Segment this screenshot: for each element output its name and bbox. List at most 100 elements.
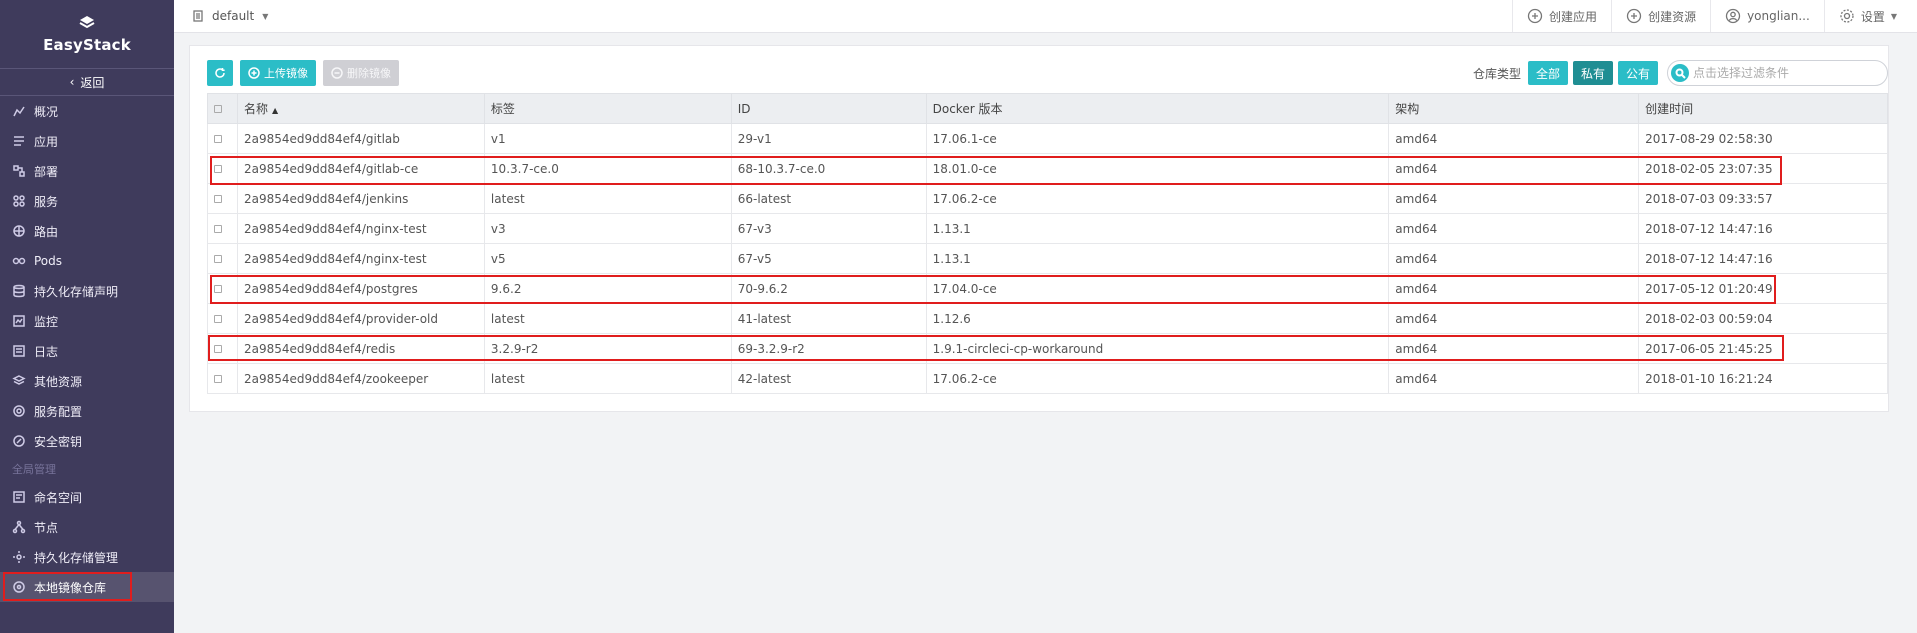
create-resource-button[interactable]: 创建资源	[1611, 0, 1710, 32]
sidebar-item-service-config[interactable]: 服务配置	[0, 396, 174, 426]
table-row[interactable]: 2a9854ed9dd84ef4/jenkins latest 66-lates…	[207, 183, 1888, 214]
brand-name: EasyStack	[43, 36, 131, 54]
row-checkbox[interactable]	[214, 254, 222, 263]
logo[interactable]: EasyStack	[0, 0, 174, 68]
topbar: default ▼ 创建应用 创建资源 yonglian... 设置 ▼	[174, 0, 1917, 33]
namespace-value: default	[212, 9, 255, 23]
cell-name: 2a9854ed9dd84ef4/zookeeper	[236, 363, 485, 394]
log-icon	[13, 345, 25, 357]
cell-docker-version: 17.06.1-ce	[925, 123, 1390, 154]
easystack-logo-icon	[79, 16, 95, 29]
upload-image-button[interactable]: 上传镜像	[240, 60, 316, 86]
cell-created: 2018-07-03 09:33:57	[1638, 183, 1888, 214]
filter-all-button[interactable]: 全部	[1527, 61, 1568, 85]
table-row[interactable]: 2a9854ed9dd84ef4/nginx-test v3 67-v3 1.1…	[207, 213, 1888, 244]
column-header-id: ID	[730, 93, 927, 124]
row-checkbox[interactable]	[214, 224, 222, 233]
namespace-selector[interactable]: default ▼	[174, 9, 268, 23]
table-row[interactable]: 2a9854ed9dd84ef4/zookeeper latest 42-lat…	[207, 363, 1888, 394]
deploy-icon	[13, 165, 25, 177]
cell-docker-version: 17.06.2-ce	[925, 363, 1390, 394]
node-icon	[12, 520, 26, 534]
filter-private-button[interactable]: 私有	[1572, 61, 1613, 85]
cell-created: 2017-08-29 02:58:30	[1638, 123, 1888, 154]
table-row[interactable]: 2a9854ed9dd84ef4/gitlab v1 29-v1 17.06.1…	[207, 123, 1888, 154]
sort-ascending-icon: ▲	[272, 106, 279, 115]
sidebar-item-logs[interactable]: 日志	[0, 336, 174, 366]
cell-tag: v3	[483, 213, 732, 244]
cell-arch: amd64	[1388, 303, 1640, 334]
app-icon	[14, 136, 24, 146]
search-input[interactable]	[1693, 66, 1873, 80]
column-header-name[interactable]: 名称 ▲	[236, 93, 485, 124]
sidebar-item-services[interactable]: 服务	[0, 186, 174, 216]
sidebar-item-monitoring[interactable]: 监控	[0, 306, 174, 336]
sidebar-item-secrets[interactable]: 安全密钥	[0, 426, 174, 456]
user-menu[interactable]: yonglian...	[1710, 0, 1824, 32]
column-header-arch: 架构	[1388, 93, 1640, 124]
service-icon	[13, 195, 25, 207]
cell-id: 42-latest	[730, 363, 927, 394]
back-button[interactable]: ‹ 返回	[0, 68, 174, 96]
cell-id: 29-v1	[730, 123, 927, 154]
back-label: 返回	[80, 75, 105, 90]
sidebar-item-nodes[interactable]: 节点	[0, 512, 174, 542]
repo-type-filter: 仓库类型 全部 私有 公有	[1473, 60, 1888, 86]
row-checkbox[interactable]	[214, 194, 222, 203]
cell-name: 2a9854ed9dd84ef4/gitlab	[236, 123, 485, 154]
row-checkbox[interactable]	[214, 374, 222, 383]
cell-arch: amd64	[1388, 243, 1640, 274]
column-header-tag: 标签	[483, 93, 732, 124]
pods-icon	[12, 257, 26, 265]
refresh-icon	[215, 68, 225, 78]
section-label-global: 全局管理	[12, 463, 56, 476]
resources-icon	[12, 375, 26, 385]
sidebar-item-routes[interactable]: 路由	[0, 216, 174, 246]
cell-arch: amd64	[1388, 363, 1640, 394]
sidebar-item-deploy[interactable]: 部署	[0, 156, 174, 186]
monitor-icon	[13, 315, 25, 327]
row-checkbox[interactable]	[214, 134, 222, 143]
table-header-row: 名称 ▲ 标签 ID Docker 版本 架构 创建时间	[207, 93, 1888, 124]
toolbar: 上传镜像 删除镜像	[207, 60, 399, 86]
chevron-left-icon: ‹	[69, 75, 75, 89]
sidebar-nav: 概况 应用 部署 服务 路由 Pods 持久化存储声明 监控 日志 其他资源 服…	[0, 96, 174, 456]
key-icon	[13, 435, 25, 447]
plus-circle-icon	[1527, 8, 1543, 24]
cell-arch: amd64	[1388, 213, 1640, 244]
cell-docker-version: 1.13.1	[925, 243, 1390, 274]
cell-name: 2a9854ed9dd84ef4/nginx-test	[236, 243, 485, 274]
sidebar-item-storage-management[interactable]: 持久化存储管理	[0, 542, 174, 572]
filter-public-button[interactable]: 公有	[1617, 61, 1658, 85]
delete-image-button[interactable]: 删除镜像	[323, 60, 399, 86]
cell-id: 67-v3	[730, 213, 927, 244]
sidebar-item-storage-claims[interactable]: 持久化存储声明	[0, 276, 174, 306]
cell-arch: amd64	[1388, 123, 1640, 154]
highlight-box-postgres	[210, 275, 1776, 304]
select-all-checkbox[interactable]	[214, 104, 222, 113]
sidebar-item-other-resources[interactable]: 其他资源	[0, 366, 174, 396]
caret-down-icon: ▼	[1890, 11, 1897, 21]
refresh-button[interactable]	[207, 60, 233, 86]
filter-search[interactable]	[1667, 60, 1888, 86]
row-checkbox[interactable]	[214, 314, 222, 323]
top-actions: 创建应用 创建资源 yonglian... 设置 ▼	[1512, 0, 1917, 32]
plus-circle-icon	[1626, 8, 1642, 24]
sidebar-item-namespaces[interactable]: 命名空间	[0, 482, 174, 512]
sidebar-item-pods[interactable]: Pods	[0, 246, 174, 276]
cell-tag: v1	[483, 123, 732, 154]
table-row[interactable]: 2a9854ed9dd84ef4/nginx-test v5 67-v5 1.1…	[207, 243, 1888, 274]
cell-tag: latest	[483, 363, 732, 394]
search-icon	[1671, 64, 1689, 82]
sidebar-item-overview[interactable]: 概况	[0, 96, 174, 126]
table-row[interactable]: 2a9854ed9dd84ef4/provider-old latest 41-…	[207, 303, 1888, 334]
settings-menu[interactable]: 设置 ▼	[1823, 0, 1917, 32]
cell-created: 2018-01-10 16:21:24	[1638, 363, 1888, 394]
sidebar-item-apps[interactable]: 应用	[0, 126, 174, 156]
create-app-button[interactable]: 创建应用	[1512, 0, 1611, 32]
cell-created: 2018-07-12 14:47:16	[1638, 213, 1888, 244]
minus-circle-icon	[331, 67, 343, 79]
highlight-box-redis	[208, 335, 1784, 361]
filter-label: 仓库类型	[1472, 66, 1521, 81]
route-icon	[13, 225, 25, 237]
